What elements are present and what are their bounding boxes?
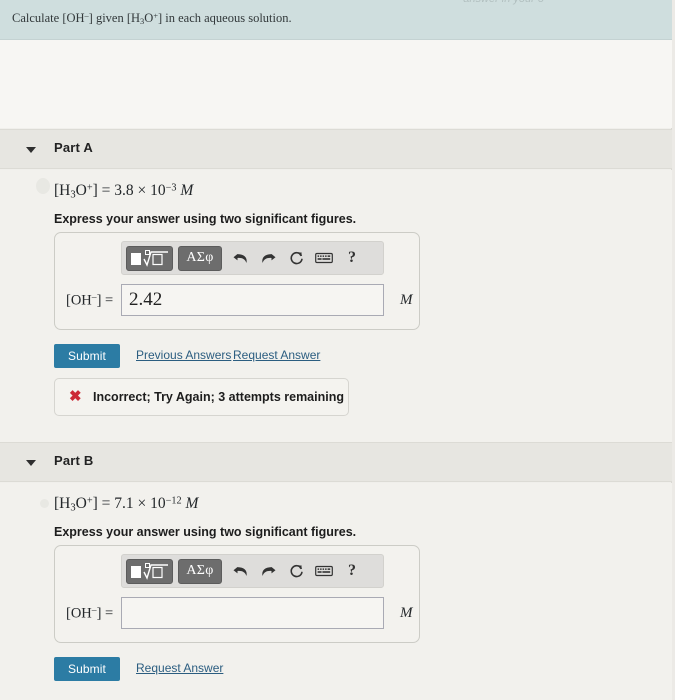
part-a-unit: M — [400, 292, 413, 308]
redo-arrow-glyph — [261, 253, 275, 263]
part-a-header[interactable]: Part A — [0, 129, 672, 169]
part-b-answer-input[interactable] — [121, 597, 384, 629]
part-b-collapse-toggle[interactable] — [26, 456, 40, 470]
question-text: Calculate [OH–] given [H3O+] in each aqu… — [12, 11, 292, 26]
greek-symbols-button[interactable]: ΑΣφ — [178, 558, 222, 584]
help-icon[interactable]: ? — [339, 246, 365, 271]
reset-circular-arrow-glyph — [290, 564, 303, 578]
greek-symbols-button[interactable]: ΑΣφ — [178, 245, 222, 271]
part-a-submit-button[interactable]: Submit — [54, 344, 120, 368]
part-b-given-exponent: −12 — [165, 495, 182, 507]
part-b-header[interactable]: Part B — [0, 442, 672, 482]
part-a-given-exponent: −3 — [165, 182, 177, 194]
keyboard-icon[interactable] — [311, 246, 337, 271]
part-b-answer-label: [OH–] = — [66, 605, 114, 622]
undo-icon[interactable] — [227, 246, 253, 271]
part-a-answer-label: [OH–] = — [66, 292, 114, 309]
part-b-math-toolbar: ΑΣφ ? — [121, 554, 384, 588]
part-a-content: [H3O+] = 3.8 × 10−3 M Express your answe… — [0, 170, 672, 442]
undo-arrow-glyph — [233, 566, 247, 576]
clipped-header-text: answer in your o — [463, 0, 544, 5]
undo-icon[interactable] — [227, 559, 253, 584]
part-a-previous-answers-link[interactable]: Previous Answers — [136, 348, 231, 362]
template-sqrt-button[interactable] — [126, 245, 173, 271]
chevron-down-icon — [26, 460, 36, 466]
part-b-content: [H3O+] = 7.1 × 10−12 M Express your answ… — [0, 483, 672, 700]
part-a-feedback-banner: ✖ Incorrect; Try Again; 3 attempts remai… — [54, 378, 349, 416]
part-b-given-formula: [H3O+] = 7.1 × 10−12 M — [54, 495, 199, 514]
reset-circular-arrow-glyph — [290, 251, 303, 265]
part-a-feedback-text: Incorrect; Try Again; 3 attempts remaini… — [93, 390, 344, 404]
part-b-answer-box: ΑΣφ ? [OH–] = M — [54, 545, 420, 643]
question-band: Calculate [OH–] given [H3O+] in each aqu… — [0, 0, 672, 40]
template-sqrt-icon — [130, 249, 168, 267]
chevron-down-icon — [26, 147, 36, 153]
worksheet-page: Calculate [OH–] given [H3O+] in each aqu… — [0, 0, 675, 700]
undo-arrow-glyph — [233, 253, 247, 263]
redo-icon[interactable] — [255, 559, 281, 584]
part-b-given-unit: M — [185, 495, 199, 512]
part-a-answer-box: ΑΣφ ? [OH–] = 2.42 M — [54, 232, 420, 330]
redo-icon[interactable] — [255, 246, 281, 271]
blank-body-area — [0, 40, 672, 128]
part-a-label: Part A — [54, 140, 94, 155]
part-a-given-formula: [H3O+] = 3.8 × 10−3 M — [54, 182, 194, 201]
reset-icon[interactable] — [283, 246, 309, 271]
incorrect-x-icon: ✖ — [69, 388, 82, 405]
part-a-action-row: Submit Previous Answers Request Answer — [54, 344, 374, 368]
part-b-unit: M — [400, 605, 413, 621]
part-b-action-row: Submit Request Answer — [54, 657, 314, 681]
paper-smudge — [40, 499, 49, 508]
part-a-answer-row: [OH–] = M — [55, 283, 419, 323]
part-a-math-toolbar: ΑΣφ ? — [121, 241, 384, 275]
part-b-given-value: 7.1 — [114, 495, 134, 512]
paper-smudge — [36, 178, 50, 194]
keyboard-glyph — [315, 565, 333, 577]
part-a-given-value: 3.8 — [114, 182, 134, 199]
template-sqrt-button[interactable] — [126, 558, 173, 584]
redo-arrow-glyph — [261, 566, 275, 576]
content-column: Calculate [OH–] given [H3O+] in each aqu… — [0, 0, 672, 700]
part-a-collapse-toggle[interactable] — [26, 143, 40, 157]
part-b-answer-row: [OH–] = M — [55, 596, 419, 636]
help-icon[interactable]: ? — [339, 559, 365, 584]
template-sqrt-icon — [130, 562, 168, 580]
part-b-instruction: Express your answer using two significan… — [54, 525, 357, 539]
part-a-request-answer-link[interactable]: Request Answer — [233, 348, 320, 362]
keyboard-icon[interactable] — [311, 559, 337, 584]
part-a-instruction: Express your answer using two significan… — [54, 212, 357, 226]
keyboard-glyph — [315, 252, 333, 264]
part-b-request-answer-link[interactable]: Request Answer — [136, 661, 223, 675]
part-a-answer-input[interactable] — [121, 284, 384, 316]
part-a-given-unit: M — [180, 182, 194, 199]
part-b-label: Part B — [54, 453, 94, 468]
part-b-submit-button[interactable]: Submit — [54, 657, 120, 681]
reset-icon[interactable] — [283, 559, 309, 584]
